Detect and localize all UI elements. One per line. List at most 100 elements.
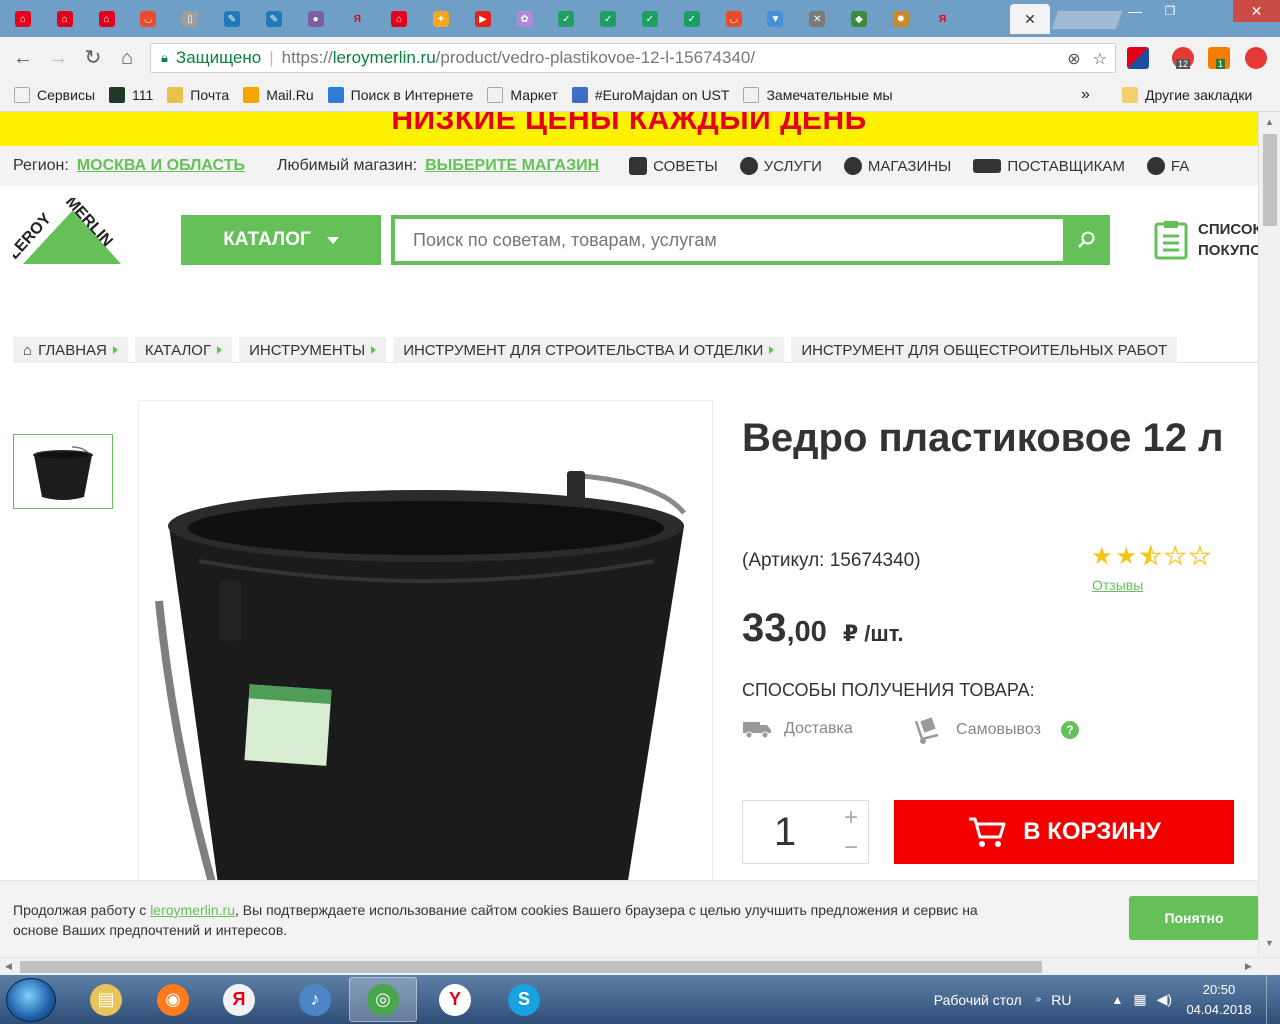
scroll-up-icon[interactable]: ▲ bbox=[1265, 117, 1274, 127]
decrease-button[interactable]: − bbox=[839, 834, 863, 861]
other-bookmarks[interactable]: Другие закладки bbox=[1122, 87, 1252, 103]
scrollbar-thumb[interactable] bbox=[1263, 134, 1277, 226]
catalog-button[interactable]: КАТАЛОГ bbox=[181, 215, 381, 265]
breadcrumb-item[interactable]: ⌂ ГЛАВНАЯ bbox=[13, 337, 128, 363]
top-menu-item[interactable]: МАГАЗИНЫ bbox=[843, 157, 951, 175]
scroll-right-icon[interactable]: ▶ bbox=[1245, 961, 1252, 972]
close-window-icon[interactable]: ✕ bbox=[1233, 0, 1280, 22]
hscroll-thumb[interactable] bbox=[20, 961, 1042, 973]
browser-tab[interactable]: ⌂ bbox=[8, 4, 38, 34]
product-image[interactable] bbox=[138, 400, 713, 957]
bookmark-item[interactable]: 111 bbox=[109, 87, 153, 103]
upload-extension-icon[interactable] bbox=[1245, 47, 1267, 69]
store-link[interactable]: ВЫБЕРИТЕ МАГАЗИН bbox=[425, 157, 599, 175]
shopping-extension-icon[interactable]: 1 bbox=[1208, 47, 1230, 69]
bookmarks-more-icon[interactable]: » bbox=[1081, 86, 1090, 104]
cookie-site-link[interactable]: leroymerlin.ru bbox=[150, 902, 235, 918]
bookmark-star-icon[interactable]: ☆ bbox=[1093, 49, 1107, 69]
browser-tab[interactable]: ◡ bbox=[719, 4, 749, 34]
active-tab[interactable]: ✕ bbox=[1010, 4, 1050, 34]
vertical-scrollbar[interactable]: ▲ ▼ bbox=[1258, 112, 1280, 957]
bookmark-item[interactable]: Сервисы bbox=[14, 87, 95, 103]
bookmark-item[interactable]: #EuroMajdan on UST bbox=[571, 87, 729, 103]
product-thumbnail[interactable] bbox=[13, 434, 113, 509]
taskbar-app-sound[interactable]: ♪ bbox=[281, 977, 349, 1022]
browser-tab[interactable]: ◆ bbox=[844, 4, 874, 34]
desktop-toolbar-label[interactable]: Рабочий стол bbox=[934, 992, 1022, 1008]
reviews-link[interactable]: Отзывы bbox=[1092, 577, 1143, 593]
browser-tab[interactable]: Я bbox=[928, 4, 958, 34]
taskbar-app-yandex[interactable]: Y bbox=[421, 977, 489, 1022]
region-link[interactable]: МОСКВА И ОБЛАСТЬ bbox=[77, 157, 245, 175]
browser-tab[interactable]: ⌂ bbox=[50, 4, 80, 34]
browser-tab[interactable]: ✓ bbox=[551, 4, 581, 34]
bookmark-item[interactable]: Замечательные мы bbox=[743, 87, 893, 103]
browser-tab[interactable]: ✦ bbox=[426, 4, 456, 34]
network-icon[interactable]: ▦ bbox=[1133, 991, 1146, 1008]
taskbar-app-firefox[interactable]: ◉ bbox=[139, 977, 207, 1022]
pickup-option[interactable]: Самовывоз ? bbox=[914, 715, 1079, 745]
start-button[interactable] bbox=[6, 978, 56, 1022]
browser-tab[interactable]: ▼ bbox=[760, 4, 790, 34]
browser-tab[interactable]: ✎ bbox=[259, 4, 289, 34]
forward-icon[interactable]: → bbox=[47, 47, 69, 69]
add-to-cart-button[interactable]: В КОРЗИНУ bbox=[894, 800, 1234, 864]
browser-tab[interactable]: ✎ bbox=[217, 4, 247, 34]
breadcrumb-item[interactable]: ИНСТРУМЕНТ ДЛЯ ОБЩЕСТРОИТЕЛЬНЫХ РАБОТ bbox=[791, 337, 1178, 363]
taskbar-app-skype[interactable]: S bbox=[490, 977, 558, 1022]
show-desktop-button[interactable] bbox=[1266, 975, 1280, 1024]
top-menu-item[interactable]: СОВЕТЫ bbox=[629, 157, 718, 175]
taskbar-app-yandex-browser[interactable]: Я bbox=[205, 977, 273, 1022]
browser-tab[interactable]: ▯ bbox=[175, 4, 205, 34]
extension-icon[interactable] bbox=[1127, 47, 1149, 69]
site-blocked-icon[interactable]: ⊗ bbox=[1067, 49, 1080, 69]
address-bar[interactable]: 🔒︎ Защищено | https:// leroymerlin.ru /p… bbox=[150, 43, 1116, 73]
bookmark-item[interactable]: Mail.Ru bbox=[243, 87, 314, 103]
browser-tab[interactable]: ✕ bbox=[802, 4, 832, 34]
breadcrumb-item[interactable]: КАТАЛОГ bbox=[134, 337, 233, 363]
extension-badge-icon[interactable]: 12 bbox=[1172, 47, 1194, 69]
top-menu-item[interactable]: ПОСТАВЩИКАМ bbox=[973, 157, 1125, 175]
search-button[interactable] bbox=[1064, 215, 1110, 265]
language-indicator[interactable]: RU bbox=[1051, 992, 1071, 1008]
close-tab-icon[interactable]: ✕ bbox=[1024, 11, 1036, 28]
browser-tab[interactable]: ● bbox=[301, 4, 331, 34]
reload-icon[interactable]: ↻ bbox=[82, 47, 104, 69]
horizontal-scrollbar[interactable]: ◀ ▶ bbox=[0, 957, 1280, 975]
clock[interactable]: 20:50 04.04.2018 bbox=[1178, 980, 1260, 1020]
delivery-option[interactable]: Доставка bbox=[742, 719, 853, 739]
volume-icon[interactable]: ◀) bbox=[1157, 991, 1172, 1008]
star-icon[interactable]: ★ bbox=[1188, 544, 1211, 569]
help-icon[interactable]: ? bbox=[1060, 721, 1079, 739]
browser-tab[interactable]: ✹ bbox=[886, 4, 916, 34]
browser-tab[interactable]: ⌂ bbox=[384, 4, 414, 34]
tray-up-icon[interactable]: ▲ bbox=[1111, 993, 1123, 1007]
search-input[interactable] bbox=[395, 219, 1063, 261]
quantity-input[interactable]: 1 bbox=[743, 801, 827, 863]
increase-button[interactable]: + bbox=[839, 804, 863, 831]
browser-tab[interactable]: ✓ bbox=[635, 4, 665, 34]
chevron-up-icon[interactable]: » bbox=[1036, 994, 1042, 1005]
restore-icon[interactable]: ❐ bbox=[1153, 0, 1187, 22]
star-icon[interactable]: ★ bbox=[1164, 544, 1187, 569]
top-menu-item[interactable]: FA bbox=[1146, 157, 1189, 175]
scroll-left-icon[interactable]: ◀ bbox=[5, 961, 12, 972]
star-icon[interactable]: ★ bbox=[1091, 545, 1113, 569]
browser-tab[interactable]: ◡ bbox=[133, 4, 163, 34]
browser-tab[interactable]: ⌂ bbox=[92, 4, 122, 34]
cookie-accept-button[interactable]: Понятно bbox=[1129, 896, 1258, 940]
browser-tab[interactable]: ✓ bbox=[677, 4, 707, 34]
leroy-merlin-logo[interactable]: LEROY MERLIN bbox=[5, 193, 125, 270]
shopping-list-link[interactable]: СПИСОК ПОКУПО bbox=[1154, 219, 1258, 261]
scroll-down-icon[interactable]: ▼ bbox=[1265, 938, 1274, 948]
bookmark-item[interactable]: Маркет bbox=[487, 87, 558, 103]
promo-banner[interactable]: НИЗКИЕ ЦЕНЫ КАЖДЫЙ ДЕНЬ bbox=[0, 112, 1258, 146]
minimize-icon[interactable]: — bbox=[1118, 0, 1152, 22]
bookmark-item[interactable]: Поиск в Интернете bbox=[327, 87, 473, 103]
new-tab-button[interactable] bbox=[1050, 10, 1124, 30]
taskbar-app-chrome[interactable]: ◎ bbox=[349, 977, 417, 1022]
back-icon[interactable]: ← bbox=[12, 47, 34, 69]
top-menu-item[interactable]: УСЛУГИ bbox=[739, 157, 822, 175]
breadcrumb-item[interactable]: ИНСТРУМЕНТ ДЛЯ СТРОИТЕЛЬСТВА И ОТДЕЛКИ bbox=[393, 337, 785, 363]
breadcrumb-item[interactable]: ИНСТРУМЕНТЫ bbox=[239, 337, 387, 363]
